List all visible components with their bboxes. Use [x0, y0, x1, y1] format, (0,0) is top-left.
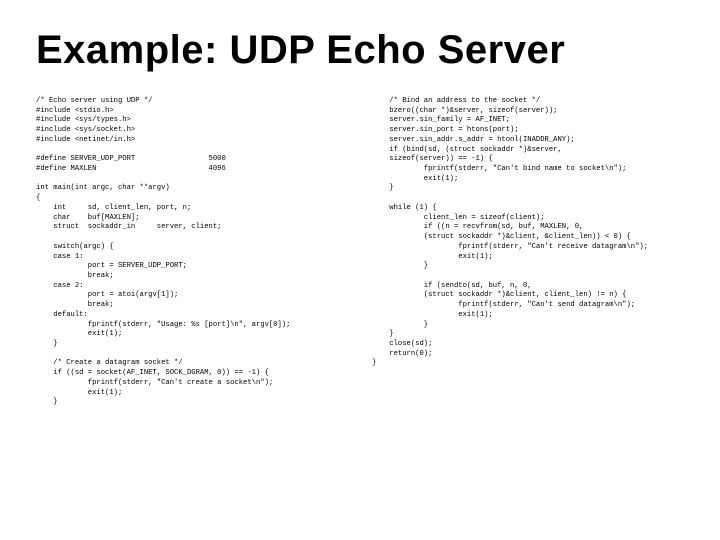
code-right: /* Bind an address to the socket */ bzer…: [372, 97, 684, 369]
slide: Example: UDP Echo Server /* Echo server …: [0, 0, 720, 540]
code-columns: /* Echo server using UDP */ #include <st…: [36, 97, 684, 408]
code-left: /* Echo server using UDP */ #include <st…: [36, 97, 348, 408]
left-column: /* Echo server using UDP */ #include <st…: [36, 97, 348, 408]
right-column: /* Bind an address to the socket */ bzer…: [372, 97, 684, 408]
slide-title: Example: UDP Echo Server: [36, 28, 684, 73]
